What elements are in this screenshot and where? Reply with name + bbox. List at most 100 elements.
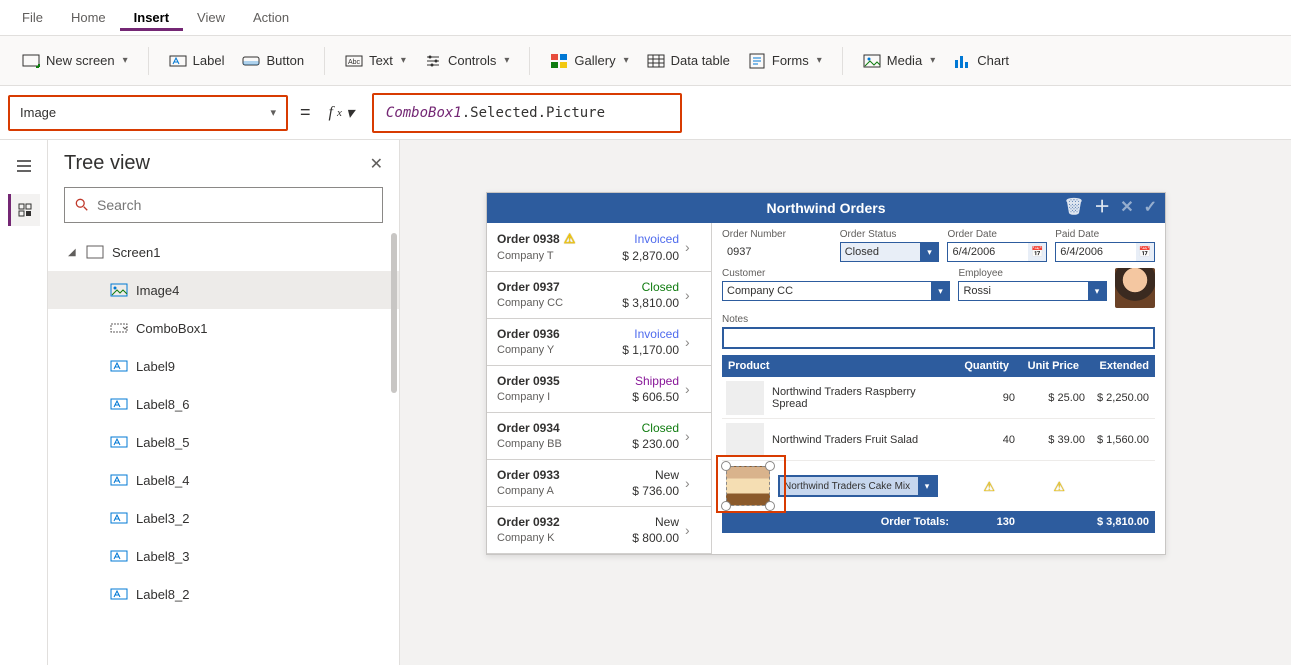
label-icon xyxy=(110,587,128,601)
notes-label: Notes xyxy=(722,314,1155,325)
order-number: Order 0936 xyxy=(497,327,616,341)
order-company: Company Y xyxy=(497,344,616,356)
chart-dropdown[interactable]: Chart xyxy=(947,48,1015,74)
check-icon[interactable]: ✓ xyxy=(1144,200,1157,216)
order-list-item[interactable]: Order 0937Closed›Company CC$ 3,810.00 xyxy=(487,272,711,319)
order-amount: $ 230.00 xyxy=(632,437,679,451)
tree-item-screen1[interactable]: ◢Screen1 xyxy=(48,233,399,271)
chevron-down-icon: ▾ xyxy=(401,55,406,66)
tree-search[interactable] xyxy=(64,187,383,223)
menu-file[interactable]: File xyxy=(8,4,57,31)
close-icon[interactable]: ✕ xyxy=(370,154,383,174)
selected-image-control[interactable] xyxy=(726,466,770,506)
customer-select[interactable]: Company CC ▾ xyxy=(722,281,950,301)
order-status: Closed xyxy=(632,421,679,435)
chevron-down-icon: ▾ xyxy=(918,477,936,495)
gallery-dropdown[interactable]: Gallery ▾ xyxy=(544,48,634,74)
button-icon xyxy=(242,52,260,70)
forms-dropdown[interactable]: Forms ▾ xyxy=(742,48,828,74)
chevron-right-icon: › xyxy=(685,428,701,444)
employee-avatar xyxy=(1115,268,1155,308)
new-screen-button[interactable]: New screen ▾ xyxy=(16,48,134,74)
paid-date-value: 6/4/2006 xyxy=(1056,246,1107,258)
tree-item-label: Label8_3 xyxy=(136,549,190,564)
tree-view-pane: Tree view ✕ ◢Screen1Image4ComboBox1Label… xyxy=(48,140,400,665)
chevron-down-icon: ▾ xyxy=(270,106,276,119)
totals-ext: $ 3,810.00 xyxy=(1085,516,1155,528)
chevron-down-icon: ▾ xyxy=(123,55,128,66)
order-list-item[interactable]: Order 0938 ⚠Invoiced›Company T$ 2,870.00 xyxy=(487,223,711,272)
tree-item-label: Label8_6 xyxy=(136,397,190,412)
tree-item-combobox1[interactable]: ComboBox1 xyxy=(48,309,399,347)
order-status-select[interactable]: Closed ▾ xyxy=(840,242,940,262)
tree-item-label8_5[interactable]: Label8_5 xyxy=(48,423,399,461)
menu-insert[interactable]: Insert xyxy=(120,4,183,31)
cancel-icon[interactable]: ✕ xyxy=(1120,200,1133,216)
product-row[interactable]: Northwind Traders Raspberry Spread90$ 25… xyxy=(722,377,1155,419)
tree-item-label3_2[interactable]: Label3_2 xyxy=(48,499,399,537)
customer-label: Customer xyxy=(722,268,950,279)
product-extended: $ 2,250.00 xyxy=(1085,392,1155,404)
product-image xyxy=(726,381,764,415)
app-header: Northwind Orders 🗑 ＋ ✕ ✓ xyxy=(487,193,1165,223)
notes-input[interactable] xyxy=(722,327,1155,349)
resize-handle[interactable] xyxy=(721,501,731,511)
tree-item-image4[interactable]: Image4 xyxy=(48,271,399,309)
label-icon xyxy=(110,549,128,563)
tree-item-label8_2[interactable]: Label8_2 xyxy=(48,575,399,613)
menu-view[interactable]: View xyxy=(183,4,239,31)
plus-icon[interactable]: ＋ xyxy=(1094,200,1110,216)
resize-handle[interactable] xyxy=(721,461,731,471)
menu-home[interactable]: Home xyxy=(57,4,120,31)
property-selector[interactable]: Image ▾ xyxy=(8,95,288,131)
formula-input[interactable]: ComboBox1.Selected.Picture xyxy=(372,93,682,133)
controls-dropdown[interactable]: Controls ▾ xyxy=(418,48,515,74)
tree-search-input[interactable] xyxy=(97,197,372,213)
tree-item-label8_3[interactable]: Label8_3 xyxy=(48,537,399,575)
design-canvas[interactable]: Northwind Orders 🗑 ＋ ✕ ✓ Order 0938 ⚠Inv… xyxy=(400,140,1291,665)
hamburger-button[interactable] xyxy=(8,150,40,182)
tree-item-label8_6[interactable]: Label8_6 xyxy=(48,385,399,423)
trash-icon[interactable]: 🗑 xyxy=(1064,200,1084,216)
product-row[interactable]: Northwind Traders Fruit Salad40$ 39.00$ … xyxy=(722,419,1155,461)
media-dropdown-label: Media xyxy=(887,53,922,68)
paid-date-input[interactable]: 6/4/2006 📅 xyxy=(1055,242,1155,262)
resize-handle[interactable] xyxy=(765,461,775,471)
order-status-label: Order Status xyxy=(840,229,940,240)
treeview-rail-button[interactable] xyxy=(8,194,40,226)
order-status: Shipped xyxy=(632,374,679,388)
order-list-item[interactable]: Order 0933New›Company A$ 736.00 xyxy=(487,460,711,507)
text-dropdown[interactable]: Abc Text ▾ xyxy=(339,48,412,74)
totals-row: Order Totals: 130 $ 3,810.00 xyxy=(722,511,1155,533)
fx-button[interactable]: fx ▾ xyxy=(323,95,360,131)
product-extended: $ 1,560.00 xyxy=(1085,434,1155,446)
chevron-down-icon: ▾ xyxy=(817,55,822,66)
tree-item-label8_4[interactable]: Label8_4 xyxy=(48,461,399,499)
tree-item-label9[interactable]: Label9 xyxy=(48,347,399,385)
tree-item-label: Label8_2 xyxy=(136,587,190,602)
order-amount: $ 1,170.00 xyxy=(622,343,679,357)
app-title: Northwind Orders xyxy=(766,200,885,216)
order-list[interactable]: Order 0938 ⚠Invoiced›Company T$ 2,870.00… xyxy=(487,223,712,554)
order-list-item[interactable]: Order 0935Shipped›Company I$ 606.50 xyxy=(487,366,711,413)
button-button[interactable]: Button xyxy=(236,48,310,74)
order-list-item[interactable]: Order 0934Closed›Company BB$ 230.00 xyxy=(487,413,711,460)
chevron-down-icon: ▾ xyxy=(931,282,949,300)
employee-label: Employee xyxy=(958,268,1107,279)
menu-action[interactable]: Action xyxy=(239,4,303,31)
label-button[interactable]: Label xyxy=(163,48,231,74)
resize-handle[interactable] xyxy=(765,501,775,511)
order-number-value: 0937 xyxy=(722,242,832,262)
tree-item-label: Image4 xyxy=(136,283,179,298)
employee-select[interactable]: Rossi ▾ xyxy=(958,281,1107,301)
scrollbar-thumb[interactable] xyxy=(391,233,397,393)
order-date-input[interactable]: 6/4/2006 📅 xyxy=(947,242,1047,262)
media-dropdown[interactable]: Media ▾ xyxy=(857,48,941,74)
order-list-item[interactable]: Order 0936Invoiced›Company Y$ 1,170.00 xyxy=(487,319,711,366)
datatable-label: Data table xyxy=(671,53,730,68)
order-status-value: Closed xyxy=(841,246,883,258)
tree-item-label: Label8_4 xyxy=(136,473,190,488)
order-list-item[interactable]: Order 0932New›Company K$ 800.00 xyxy=(487,507,711,554)
datatable-button[interactable]: Data table xyxy=(641,48,736,74)
product-combobox[interactable]: Northwind Traders Cake Mix ▾ xyxy=(778,475,938,497)
